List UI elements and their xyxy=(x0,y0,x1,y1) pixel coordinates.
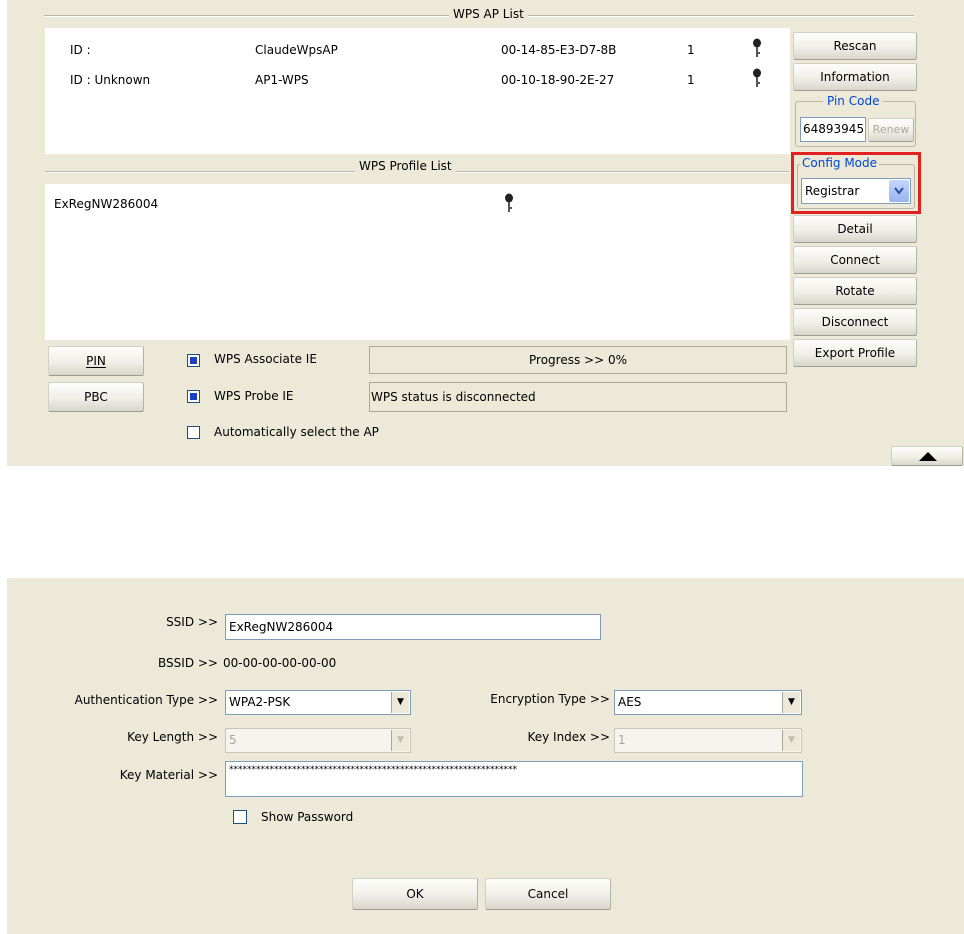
auto-select-ap-checkbox[interactable] xyxy=(187,426,200,439)
wps-probe-ie-checkbox[interactable] xyxy=(187,390,200,403)
connect-button[interactable]: Connect xyxy=(793,246,917,274)
key-icon xyxy=(505,193,513,212)
ap-id: ID : Unknown xyxy=(70,73,151,87)
key-icon xyxy=(753,68,761,87)
key-index-value: 1 xyxy=(618,733,626,747)
config-mode-label: Config Mode xyxy=(800,156,880,170)
pbc-button-label: PBC xyxy=(84,390,108,404)
dropdown-arrow-icon[interactable]: ▼ xyxy=(782,730,800,751)
wps-panel: WPS AP List ID : ClaudeWpsAP 00-14-85-E3… xyxy=(7,0,964,466)
ap-ssid: AP1-WPS xyxy=(255,73,309,87)
ap-bssid: 00-14-85-E3-D7-8B xyxy=(501,43,617,57)
progress-bar: Progress >> 0% xyxy=(369,346,787,374)
ssid-field[interactable]: ExRegNW286004 xyxy=(225,614,601,640)
collapse-button[interactable] xyxy=(891,446,963,466)
show-password-checkbox[interactable] xyxy=(233,810,247,824)
config-mode-select[interactable]: Registrar xyxy=(801,178,911,204)
encryption-type-select[interactable]: AES ▼ xyxy=(614,690,802,715)
profile-name: ExRegNW286004 xyxy=(54,197,159,211)
information-button[interactable]: Information xyxy=(793,63,917,91)
wps-associate-ie-label: WPS Associate IE xyxy=(214,352,317,366)
key-index-select[interactable]: 1 ▼ xyxy=(614,728,802,753)
pin-code-field[interactable]: 64893945 xyxy=(800,117,866,142)
encryption-type-label: Encryption Type >> xyxy=(490,692,610,706)
renew-button[interactable]: Renew xyxy=(868,118,914,142)
profile-list-row[interactable]: ExRegNW286004 xyxy=(45,193,790,214)
wps-associate-ie-checkbox[interactable] xyxy=(187,354,200,367)
pin-button[interactable]: PIN xyxy=(48,346,144,376)
rescan-button[interactable]: Rescan xyxy=(793,32,917,60)
ap-bssid: 00-10-18-90-2E-27 xyxy=(501,73,615,87)
wps-probe-ie-label: WPS Probe IE xyxy=(214,389,294,403)
key-material-label: Key Material >> xyxy=(119,768,218,782)
ap-list[interactable]: ID : ClaudeWpsAP 00-14-85-E3-D7-8B 1 ID … xyxy=(45,28,790,154)
ok-button[interactable]: OK xyxy=(352,878,478,910)
key-length-value: 5 xyxy=(229,733,237,747)
dropdown-arrow-icon[interactable]: ▼ xyxy=(391,692,409,713)
authentication-type-label: Authentication Type >> xyxy=(74,693,218,707)
export-profile-button[interactable]: Export Profile xyxy=(793,339,917,367)
rotate-button[interactable]: Rotate xyxy=(793,277,917,305)
dropdown-arrow-icon[interactable]: ▼ xyxy=(391,730,409,751)
pbc-button[interactable]: PBC xyxy=(48,382,144,412)
key-material-field[interactable]: ****************************************… xyxy=(225,761,803,797)
encryption-type-value: AES xyxy=(618,695,642,709)
ssid-label: SSID >> xyxy=(166,615,218,629)
key-length-label: Key Length >> xyxy=(127,730,218,744)
bssid-value: 00-00-00-00-00-00 xyxy=(223,656,337,670)
key-length-select[interactable]: 5 ▼ xyxy=(225,728,411,753)
ap-channel: 1 xyxy=(687,73,695,87)
pin-code-label: Pin Code xyxy=(823,94,884,108)
wps-status-box: WPS status is disconnected xyxy=(369,382,787,412)
profile-list[interactable]: ExRegNW286004 xyxy=(45,184,790,340)
bssid-label: BSSID >> xyxy=(158,656,218,670)
ap-list-row[interactable]: ID : Unknown AP1-WPS 00-10-18-90-2E-27 1 xyxy=(45,68,790,90)
profile-detail-dialog: SSID >> ExRegNW286004 BSSID >> 00-00-00-… xyxy=(7,578,964,934)
chevron-down-icon[interactable] xyxy=(889,180,909,202)
progress-text: Progress >> 0% xyxy=(529,353,627,367)
show-password-label: Show Password xyxy=(261,810,354,824)
triangle-up-icon xyxy=(919,452,937,461)
ap-ssid: ClaudeWpsAP xyxy=(255,43,338,57)
wps-status-text: WPS status is disconnected xyxy=(371,390,536,404)
pin-button-label: PIN xyxy=(86,354,106,368)
ap-channel: 1 xyxy=(687,43,695,57)
config-mode-value: Registrar xyxy=(805,184,860,198)
detail-button[interactable]: Detail xyxy=(793,215,917,243)
cancel-button[interactable]: Cancel xyxy=(485,878,611,910)
authentication-type-select[interactable]: WPA2-PSK ▼ xyxy=(225,690,411,715)
authentication-type-value: WPA2-PSK xyxy=(229,695,291,709)
key-index-label: Key Index >> xyxy=(527,730,610,744)
disconnect-button[interactable]: Disconnect xyxy=(793,308,917,336)
auto-select-ap-label: Automatically select the AP xyxy=(214,425,379,439)
dropdown-arrow-icon[interactable]: ▼ xyxy=(782,692,800,713)
profile-list-title: WPS Profile List xyxy=(355,159,456,173)
ap-list-title: WPS AP List xyxy=(449,7,528,21)
ap-list-row[interactable]: ID : ClaudeWpsAP 00-14-85-E3-D7-8B 1 xyxy=(45,38,790,60)
key-icon xyxy=(753,38,761,57)
ap-id: ID : xyxy=(70,43,91,57)
